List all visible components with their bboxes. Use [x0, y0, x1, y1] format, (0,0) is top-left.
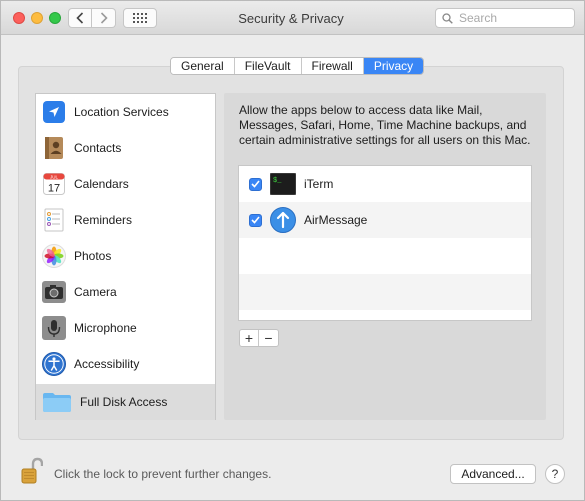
lock-icon[interactable]	[21, 457, 44, 488]
show-all-button[interactable]	[123, 8, 157, 28]
sidebar-item-photos[interactable]: Photos	[36, 238, 215, 274]
contacts-book-icon	[42, 136, 66, 160]
zoom-window-button[interactable]	[49, 12, 61, 24]
checkmark-icon	[251, 180, 260, 188]
camera-icon	[42, 280, 66, 304]
empty-row	[239, 238, 531, 274]
app-row-iterm[interactable]: $_ iTerm	[239, 166, 531, 202]
sidebar-item-reminders[interactable]: Reminders	[36, 202, 215, 238]
folder-icon	[42, 390, 72, 414]
forward-button[interactable]	[92, 8, 116, 28]
lock-status-text: Click the lock to prevent further change…	[54, 467, 272, 481]
access-description: Allow the apps below to access data like…	[239, 103, 531, 147]
terminal-prompt: $_	[273, 177, 282, 185]
tab-bar: General FileVault Firewall Privacy	[170, 57, 425, 75]
help-button[interactable]: ?	[545, 464, 565, 484]
search-icon	[442, 12, 453, 24]
add-remove-control: + −	[239, 329, 279, 347]
calendar-icon-month: JUL	[50, 175, 58, 180]
sidebar-item-label: Camera	[74, 285, 117, 299]
terminal-icon: $_	[270, 171, 296, 197]
add-app-button[interactable]: +	[240, 330, 259, 346]
airmessage-arrow-icon	[270, 207, 296, 233]
tab-filevault[interactable]: FileVault	[234, 58, 302, 74]
sidebar-item-label: Calendars	[74, 177, 129, 191]
empty-row	[239, 274, 531, 310]
search-input[interactable]	[457, 10, 567, 26]
microphone-icon	[42, 316, 66, 340]
sidebar-item-full-disk-access[interactable]: Full Disk Access	[36, 384, 215, 420]
tab-privacy[interactable]: Privacy	[363, 58, 424, 74]
sidebar-item-label: Microphone	[74, 321, 137, 335]
chevron-right-icon	[100, 12, 108, 24]
tab-firewall[interactable]: Firewall	[301, 58, 364, 74]
sidebar-item-label: Reminders	[74, 213, 133, 227]
sidebar-item-location-services[interactable]: Location Services	[36, 94, 215, 130]
reminders-list-icon	[42, 208, 66, 232]
app-name: iTerm	[304, 177, 334, 191]
sidebar-item-camera[interactable]: Camera	[36, 274, 215, 310]
minimize-window-button[interactable]	[31, 12, 43, 24]
photos-flower-icon	[42, 244, 66, 268]
sidebar-item-label: Full Disk Access	[80, 395, 168, 409]
app-name: AirMessage	[304, 213, 368, 227]
back-button[interactable]	[68, 8, 92, 28]
remove-app-button[interactable]: −	[259, 330, 278, 346]
sidebar-item-label: Accessibility	[74, 357, 140, 371]
advanced-button[interactable]: Advanced...	[450, 464, 536, 484]
calendar-icon-day: 17	[48, 183, 60, 195]
chevron-left-icon	[76, 12, 84, 24]
search-field[interactable]	[435, 8, 575, 28]
close-window-button[interactable]	[13, 12, 25, 24]
sidebar-item-accessibility[interactable]: Accessibility	[36, 346, 215, 382]
iterm-checkbox[interactable]	[249, 177, 262, 191]
sidebar-item-label: Location Services	[74, 105, 169, 119]
tab-general[interactable]: General	[171, 58, 235, 74]
privacy-category-list: Location Services Contacts JUL 17 Calend…	[35, 93, 216, 420]
sidebar-item-contacts[interactable]: Contacts	[36, 130, 215, 166]
sidebar-item-calendars[interactable]: JUL 17 Calendars	[36, 166, 215, 202]
security-privacy-window: Security & Privacy General FileVault Fir…	[0, 0, 585, 501]
app-access-list: $_ iTerm AirMessage	[238, 165, 532, 321]
airmessage-checkbox[interactable]	[249, 213, 262, 227]
app-row-airmessage[interactable]: AirMessage	[239, 202, 531, 238]
sidebar-item-microphone[interactable]: Microphone	[36, 310, 215, 346]
title-bar: Security & Privacy	[1, 1, 584, 35]
accessibility-icon	[42, 352, 66, 376]
sidebar-item-label: Photos	[74, 249, 112, 263]
location-arrow-icon	[42, 100, 66, 124]
calendar-icon: JUL 17	[42, 172, 66, 196]
checkmark-icon	[251, 216, 260, 224]
sidebar-item-label: Contacts	[74, 141, 122, 155]
window-title: Security & Privacy	[238, 11, 344, 26]
grid-icon	[133, 13, 147, 23]
